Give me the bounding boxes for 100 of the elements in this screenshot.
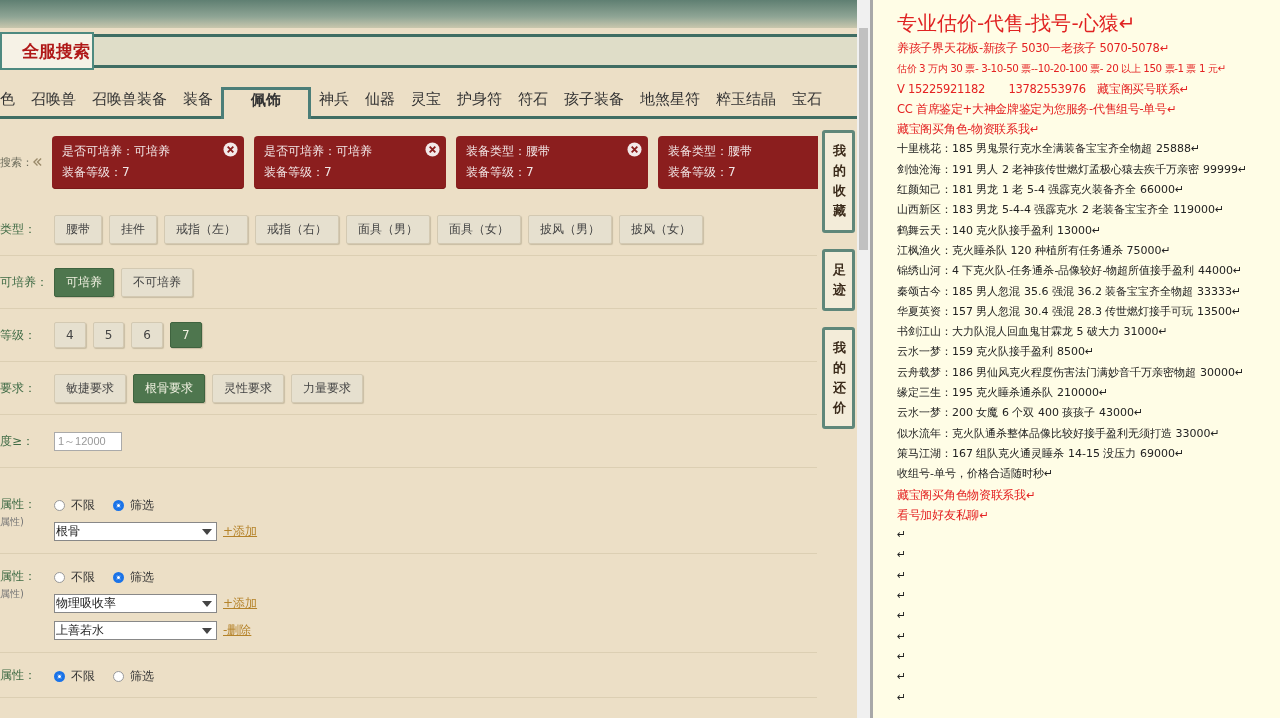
attribute-label: 属性： [0,568,37,585]
filter-label: 等级： [0,326,37,344]
category-tab[interactable]: 粹玉结晶 [708,88,784,116]
category-tab[interactable]: 符石 [510,88,556,116]
close-icon[interactable] [627,141,642,157]
category-tab[interactable]: 地煞星符 [632,88,708,116]
document-line: ↵ [897,628,908,645]
filter-label: 要求： [0,379,37,397]
caret-icon [202,528,212,535]
filter-option[interactable]: 披风（男） [528,214,612,244]
filter-label: 类型： [0,220,37,238]
caret-icon [202,600,212,607]
radio-button[interactable] [113,571,124,583]
document-line: ↵ [897,588,908,604]
side-nav-button[interactable]: 足迹 [822,248,855,311]
category-tab[interactable]: 召唤兽 [23,88,84,116]
document-line: ↵ [897,547,908,564]
attribute-label: 属性： [0,667,37,684]
document-line: CC 首席鉴定+大神金牌鉴定为您服务-代售组号-单号↵ [897,100,1178,118]
filter-option[interactable]: 腰带 [54,214,102,244]
filter-option[interactable]: 7 [169,322,202,348]
chip-text: 装备类型：腰带 [668,142,752,160]
attribute-dropdown[interactable]: 上善若水 [54,621,217,640]
radio-label: 筛选 [130,496,154,514]
category-tab[interactable]: 佩饰 [221,87,311,119]
document-line: ↵ [897,567,908,584]
filter-option[interactable]: 力量要求 [291,373,363,403]
search-history-chip[interactable]: 是否可培养：可培养 装备等级：7 [254,135,446,189]
filter-option[interactable]: 不可培养 [121,267,193,297]
filter-option[interactable]: 敏捷要求 [54,373,126,403]
category-tab[interactable]: 护身符 [449,88,510,116]
chip-text: 是否可培养：可培养 [62,142,170,160]
document-line: 藏宝阁买角色物资联系我↵ [897,486,1037,504]
filter-option[interactable]: 戒指（右） [255,214,339,244]
filter-option[interactable]: 面具（女） [437,214,521,244]
category-tab[interactable]: 召唤兽装备 [84,88,175,116]
document-line: 江枫渔火：克火睡杀队 120 种植所有任务通杀 75000↵ [897,242,1172,259]
document-line: 藏宝阁买角色-物资联系我↵ [897,121,1040,139]
radio-label: 筛选 [130,568,154,586]
document-line: 鹤舞云天：140 克火队接手盈利 13000↵ [897,222,1103,239]
side-nav-button[interactable]: 我的收藏 [822,130,855,233]
radio-button[interactable] [54,499,65,511]
document-line: 似水流年：克火队通杀整体品像比较好接手盈利无须打造 33000↵ [897,425,1221,442]
document-line: 云水一梦：200 女魔 6 个双 400 孩孩子 43000↵ [897,405,1145,422]
attribute-dropdown[interactable]: 根骨 [54,522,217,541]
filter-option[interactable]: 根骨要求 [133,373,205,403]
category-tab[interactable]: 神兵 [311,88,357,116]
document-line: 云舟载梦：186 男仙风克火程度伤害法门满妙音千万亲密物超 30000↵ [897,364,1246,381]
category-tab[interactable]: 装备 [175,88,221,116]
filter-label: 度≥： [0,432,36,450]
document-line: 锦绣山河：4 下克火队-任务通杀-品像较好-物超所值接手盈利 44000↵ [897,263,1244,280]
filter-option[interactable]: 5 [92,322,125,348]
search-history-chip[interactable]: 装备类型：腰带 装备等级：7 [456,135,648,189]
category-tab[interactable]: 仙器 [357,88,403,116]
radio-button[interactable] [113,499,124,511]
search-history-chip[interactable]: 是否可培养：可培养 装备等级：7 [52,135,244,189]
attribute-sublabel: 属性) [0,587,25,601]
radio-button[interactable] [113,670,124,682]
attribute-sublabel: 属性) [0,515,25,529]
filter-option[interactable]: 灵性要求 [212,373,284,403]
attribute-dropdown[interactable]: 物理吸收率 [54,594,217,613]
search-history-chip[interactable]: 装备类型：腰带 装备等级：7 [658,135,818,189]
filter-option[interactable]: 4 [54,322,86,348]
document-line: 华夏英资：157 男人忽混 30.4 强混 28.3 传世燃灯接手可玩 13500↵ [897,303,1243,320]
close-icon[interactable] [425,141,440,157]
category-tab[interactable]: 色 [0,88,23,116]
filter-option[interactable]: 面具（男） [346,214,430,244]
caret-icon [202,627,212,634]
radio-label: 筛选 [130,667,154,685]
radio-button[interactable] [54,670,65,682]
close-icon[interactable] [223,141,238,157]
filter-option[interactable]: 戒指（左） [164,214,248,244]
document-line: 秦颂古今：185 男人忽混 35.6 强混 36.2 装备宝宝齐全物超 33333↵ [897,283,1243,300]
category-tab[interactable]: 宝石 [784,88,830,116]
document-line: 十里桃花：185 男鬼景行克水全满装备宝宝齐全物超 25888↵ [897,141,1202,158]
search-history-label: 搜索： [0,154,33,170]
chip-text: 装备类型：腰带 [466,142,550,160]
radio-button[interactable] [54,571,65,583]
category-tab[interactable]: 灵宝 [403,88,449,116]
scrollbar[interactable] [857,0,870,718]
filter-option[interactable]: 可培养 [54,267,114,297]
document-line: 策马江湖：167 组队克火通灵睡杀 14-15 没压力 69000↵ [897,445,1186,462]
attribute-label: 属性： [0,496,37,513]
document-title: 专业估价-代售-找号-心猿↵ [897,10,1137,37]
side-nav-button[interactable]: 我的还价 [822,326,855,430]
range-input[interactable]: 1～12000 [54,431,122,451]
document-line: 山西新区：183 男龙 5-4-4 强霹克水 2 老装备宝宝齐全 119000↵ [897,202,1226,219]
radio-label: 不限 [71,568,95,586]
document-line: 云水一梦：159 克火队接手盈利 8500↵ [897,344,1096,361]
radio-label: 不限 [71,496,95,514]
document-line: 估价 3 万内 30 票- 3-10-50 票--10-20-100 票- 20 以上 150 票-1 票 1 元↵ [897,61,1227,77]
filter-option[interactable]: 披风（女） [619,214,703,244]
filter-option[interactable]: 6 [131,322,163,348]
filter-option[interactable]: 挂件 [109,214,157,244]
document-line: ↵ [897,689,908,706]
document-line: ↵ [897,669,908,686]
document-line: 书剑江山：大力队混人回血鬼甘霖龙 5 破大力 31000↵ [897,324,1169,341]
double-chevron-icon[interactable] [33,157,42,167]
document-line: 养孩子界天花板-新孩子 5030一老孩子 5070-5078↵ [897,40,1170,57]
category-tab[interactable]: 孩子装备 [556,88,632,116]
